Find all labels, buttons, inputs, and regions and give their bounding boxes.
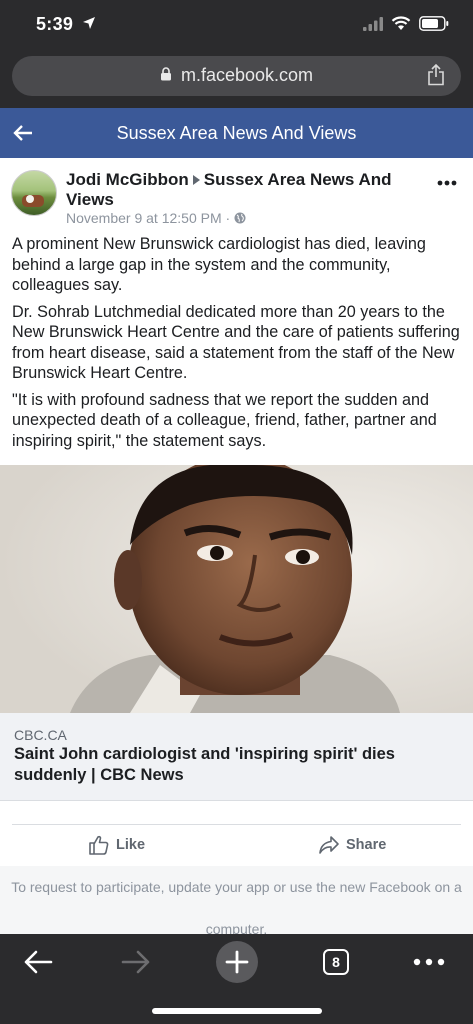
arrow-left-icon (24, 950, 53, 974)
post-author-line: Jodi McGibbon Sussex Area News And Views (66, 170, 406, 210)
signal-icon (363, 16, 383, 31)
post-header: Jodi McGibbon Sussex Area News And Views … (0, 158, 473, 234)
post-meta: November 9 at 12:50 PM · (66, 210, 246, 226)
link-preview[interactable]: CBC.CA Saint John cardiologist and 'insp… (0, 713, 473, 801)
link-preview-image[interactable] (0, 465, 473, 713)
plus-icon (225, 950, 249, 974)
browser-menu-button[interactable] (408, 942, 450, 982)
portrait-photo (0, 465, 473, 713)
share-arrow-icon (319, 836, 339, 854)
share-icon[interactable] (427, 64, 445, 86)
share-button[interactable]: Share (318, 825, 386, 865)
avatar[interactable] (11, 170, 57, 216)
post-actions: Like Share (0, 825, 473, 865)
tabs-button[interactable]: 8 (320, 942, 352, 982)
share-label: Share (346, 837, 387, 853)
header-title: Sussex Area News And Views (116, 123, 357, 143)
browser-chrome: m.facebook.com (0, 50, 473, 108)
post-paragraph: "It is with profound sadness that we rep… (12, 390, 437, 450)
address-bar[interactable]: m.facebook.com (12, 56, 461, 96)
lock-icon (160, 67, 171, 81)
post-content: Jodi McGibbon Sussex Area News And Views … (0, 158, 473, 934)
update-app-notice: To request to participate, update your a… (0, 866, 473, 934)
notice-line: computer. (205, 921, 268, 934)
post-paragraph: Dr. Sohrab Lutchmedial dedicated more th… (12, 302, 460, 383)
meta-separator: · (225, 210, 231, 226)
wifi-icon (391, 16, 411, 30)
new-tab-button[interactable] (215, 941, 259, 983)
globe-icon (234, 212, 246, 224)
url-text: m.facebook.com (180, 65, 314, 85)
group-header: Sussex Area News And Views (0, 108, 473, 158)
triangle-right-icon (192, 175, 200, 186)
home-indicator[interactable] (152, 1008, 322, 1014)
arrow-right-icon (121, 950, 150, 974)
like-label: Like (116, 837, 146, 853)
link-title: Saint John cardiologist and 'inspiring s… (14, 745, 395, 784)
post-body: A prominent New Brunswick cardiologist h… (12, 234, 464, 457)
like-button[interactable]: Like (88, 825, 145, 865)
browser-forward-button[interactable] (116, 942, 156, 982)
link-domain: CBC.CA (14, 727, 67, 743)
more-horizontal-icon (413, 958, 445, 966)
author-name[interactable]: Jodi McGibbon (66, 170, 189, 189)
post-paragraph: A prominent New Brunswick cardiologist h… (12, 235, 426, 294)
thumbs-up-icon (89, 835, 109, 855)
notice-line: To request to participate, update your a… (11, 879, 462, 895)
browser-back-button[interactable] (18, 942, 58, 982)
location-arrow-icon (83, 17, 95, 29)
tab-count: 8 (323, 949, 349, 975)
status-icons (363, 16, 449, 31)
battery-icon (419, 16, 449, 31)
browser-toolbar: 8 (0, 934, 473, 1024)
status-time: 5:39 (36, 14, 74, 34)
post-timestamp[interactable]: November 9 at 12:50 PM (66, 210, 222, 226)
more-options-icon[interactable] (437, 180, 457, 186)
status-bar: 5:39 (0, 0, 473, 50)
